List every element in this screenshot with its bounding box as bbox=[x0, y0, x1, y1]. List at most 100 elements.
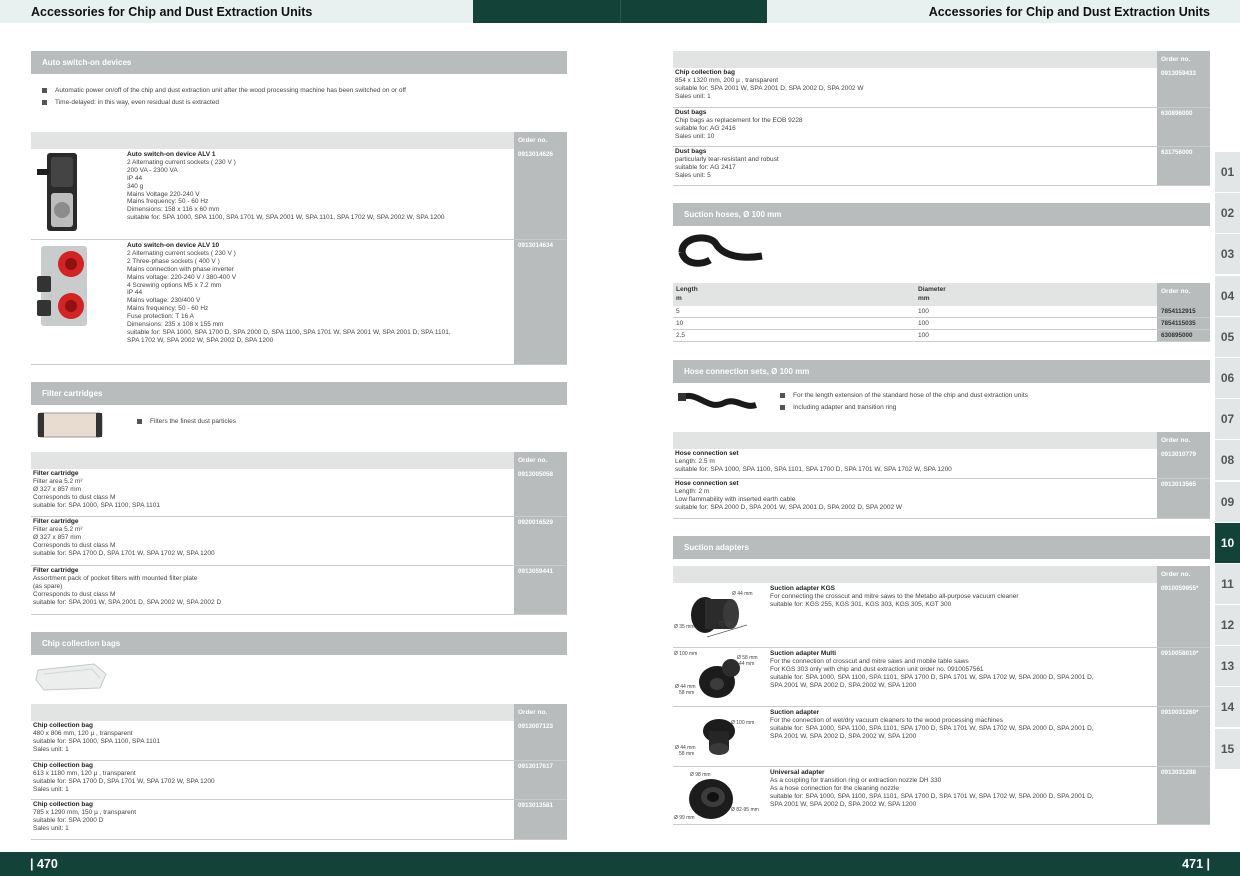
product-name: Chip collection bag bbox=[33, 801, 93, 808]
table-row: Chip collection bag 480 x 806 mm, 120 µ ,… bbox=[31, 721, 567, 761]
table-row: Auto switch-on device ALV 12 Alternating… bbox=[31, 149, 567, 240]
order-number: 0913014626 bbox=[514, 149, 567, 239]
page-footer: | 470 471 | bbox=[0, 852, 1240, 876]
chapter-tab-07[interactable]: 07 bbox=[1215, 399, 1240, 440]
section-suction-hoses: Suction hoses, Ø 100 mm bbox=[673, 203, 1210, 226]
order-number: 0920016529 bbox=[514, 517, 567, 565]
section-hose-sets: Hose connection sets, Ø 100 mm bbox=[673, 360, 1210, 383]
col-length-unit: m bbox=[676, 295, 682, 302]
order-number: 0910058010* bbox=[1157, 648, 1210, 706]
filter-cartridge-image bbox=[36, 410, 104, 440]
order-number: 0913031288 bbox=[1157, 767, 1210, 824]
product-name: Filter cartridge bbox=[33, 567, 79, 574]
table-row: Ø 100 mm Ø 58 mm 44 mm Ø 44 mm 58 mm Suc… bbox=[673, 648, 1210, 707]
product-image-alv10 bbox=[33, 242, 95, 328]
table-row: Ø 44 mm Ø 35 mm 75 mm Suction adapter KG… bbox=[673, 583, 1210, 648]
chapter-tab-04[interactable]: 04 bbox=[1215, 275, 1240, 316]
chapter-tab-15[interactable]: 15 bbox=[1215, 728, 1240, 769]
table-row: Chip collection bag 613 x 1180 mm, 120 µ … bbox=[31, 761, 567, 800]
product-name: Hose connection set bbox=[675, 450, 739, 457]
product-name: Universal adapter bbox=[770, 769, 825, 776]
chip-bags-image bbox=[34, 660, 110, 692]
page-header: Accessories for Chip and Dust Extraction… bbox=[0, 0, 1240, 23]
order-number: 0913014634 bbox=[514, 240, 567, 364]
section-filter-cartridges: Filter cartridges bbox=[31, 382, 567, 405]
chapter-tabs: 01 02 03 04 05 06 07 08 09 10 11 12 13 1… bbox=[1215, 152, 1240, 770]
bullet-item: Time-delayed: in this way, even residual… bbox=[42, 99, 219, 106]
chapter-tab-14[interactable]: 14 bbox=[1215, 687, 1240, 728]
table-row: Dust bags Chip bags as replacement for th… bbox=[673, 108, 1210, 147]
table-row: Ø 100 mm Ø 44 mm 58 mm Suction adapter Fo… bbox=[673, 707, 1210, 767]
product-image-alv1 bbox=[33, 151, 93, 235]
order-number: 0910031260* bbox=[1157, 707, 1210, 766]
product-name: Chip collection bag bbox=[33, 722, 93, 729]
table-header: Order no. bbox=[673, 51, 1210, 68]
product-name: Filter cartridge bbox=[33, 470, 79, 477]
product-details: 2 Alternating current sockets ( 230 V ) … bbox=[127, 158, 445, 222]
chapter-tab-13[interactable]: 13 bbox=[1215, 646, 1240, 687]
table-row: Auto switch-on device ALV 10 2 Alternatin… bbox=[31, 240, 567, 365]
product-name: Dust bags bbox=[675, 109, 707, 116]
bullet-item: Filters the finest dust particles bbox=[137, 418, 236, 425]
table-header: Order no. bbox=[31, 132, 567, 149]
product-name: Suction adapter KGS bbox=[770, 585, 836, 592]
table-row: Hose connection set Length: 2 m Low flamm… bbox=[673, 479, 1210, 519]
table-row: Ø 98 mm Ø 82-95 mm Ø 99 mm Universal ada… bbox=[673, 767, 1210, 825]
product-name: Auto switch-on device ALV 1 bbox=[127, 151, 216, 158]
product-details: 2 Alternating current sockets ( 230 V ) … bbox=[127, 249, 451, 344]
chapter-tab-05[interactable]: 05 bbox=[1215, 316, 1240, 357]
table-header: Order no. bbox=[673, 432, 1210, 449]
table-header: Order no. bbox=[673, 566, 1210, 583]
product-name: Dust bags bbox=[675, 148, 707, 155]
order-number: 0913059441 bbox=[514, 566, 567, 614]
left-page-title: Accessories for Chip and Dust Extraction… bbox=[31, 4, 313, 19]
hose-set-image bbox=[678, 389, 760, 415]
chapter-tab-02[interactable]: 02 bbox=[1215, 193, 1240, 234]
section-auto-switch: Auto switch-on devices bbox=[31, 51, 567, 74]
order-number: 0913013581 bbox=[514, 800, 567, 839]
table-row: Chip collection bag 854 x 1320 mm, 200 µ … bbox=[673, 68, 1210, 108]
order-number: 0910059955* bbox=[1157, 583, 1210, 647]
chapter-tab-08[interactable]: 08 bbox=[1215, 440, 1240, 481]
order-number: 631756000 bbox=[1157, 147, 1210, 185]
bullet-item: Automatic power on/off of the chip and d… bbox=[42, 87, 406, 94]
chapter-tab-11[interactable]: 11 bbox=[1215, 563, 1240, 604]
bullet-item: Including adapter and transition ring bbox=[780, 404, 896, 411]
product-name: Filter cartridge bbox=[33, 518, 79, 525]
right-page-number: 471 | bbox=[1182, 857, 1210, 871]
product-name: Hose connection set bbox=[675, 480, 739, 487]
chapter-tab-09[interactable]: 09 bbox=[1215, 481, 1240, 522]
order-number: 0913059433 bbox=[1157, 68, 1210, 107]
order-number: 0913010779 bbox=[1157, 449, 1210, 478]
table-row: Dust bags particularly tear-resistant and… bbox=[673, 147, 1210, 186]
table-row: Chip collection bag 785 x 1290 mm, 150 µ … bbox=[31, 800, 567, 840]
section-suction-adapters: Suction adapters bbox=[673, 536, 1210, 559]
col-diameter: Diameter bbox=[918, 286, 946, 293]
order-number: 0913017617 bbox=[514, 761, 567, 799]
table-row: 2.5 100 630895000 bbox=[673, 330, 1210, 342]
product-name: Chip collection bag bbox=[675, 69, 735, 76]
chapter-tab-06[interactable]: 06 bbox=[1215, 357, 1240, 398]
chapter-tab-12[interactable]: 12 bbox=[1215, 605, 1240, 646]
table-row: Filter cartridge Assortment pack of pocke… bbox=[31, 566, 567, 615]
chapter-tab-01[interactable]: 01 bbox=[1215, 152, 1240, 192]
bullet-item: For the length extension of the standard… bbox=[780, 392, 1028, 399]
chapter-tab-03[interactable]: 03 bbox=[1215, 234, 1240, 275]
col-diameter-unit: mm bbox=[918, 295, 930, 302]
order-number: 0913013565 bbox=[1157, 479, 1210, 518]
table-header: Order no. bbox=[31, 704, 567, 721]
suction-hose-image bbox=[676, 230, 768, 270]
product-name: Auto switch-on device ALV 10 bbox=[127, 242, 220, 249]
table-row: 5 100 7854112915 bbox=[673, 306, 1210, 318]
order-number: 0913005058 bbox=[514, 469, 567, 516]
suction-adapter-image bbox=[695, 711, 743, 759]
product-name: Chip collection bag bbox=[33, 762, 93, 769]
table-row: 10 100 7854115035 bbox=[673, 318, 1210, 330]
section-chip-bags: Chip collection bags bbox=[31, 632, 567, 655]
table-header: Order no. bbox=[31, 452, 567, 469]
chapter-tab-10[interactable]: 10 bbox=[1215, 522, 1240, 563]
header-band bbox=[473, 0, 767, 23]
order-number: 7854112915 bbox=[1157, 306, 1210, 317]
left-page-number: | 470 bbox=[30, 857, 58, 871]
product-name: Suction adapter bbox=[770, 709, 820, 716]
